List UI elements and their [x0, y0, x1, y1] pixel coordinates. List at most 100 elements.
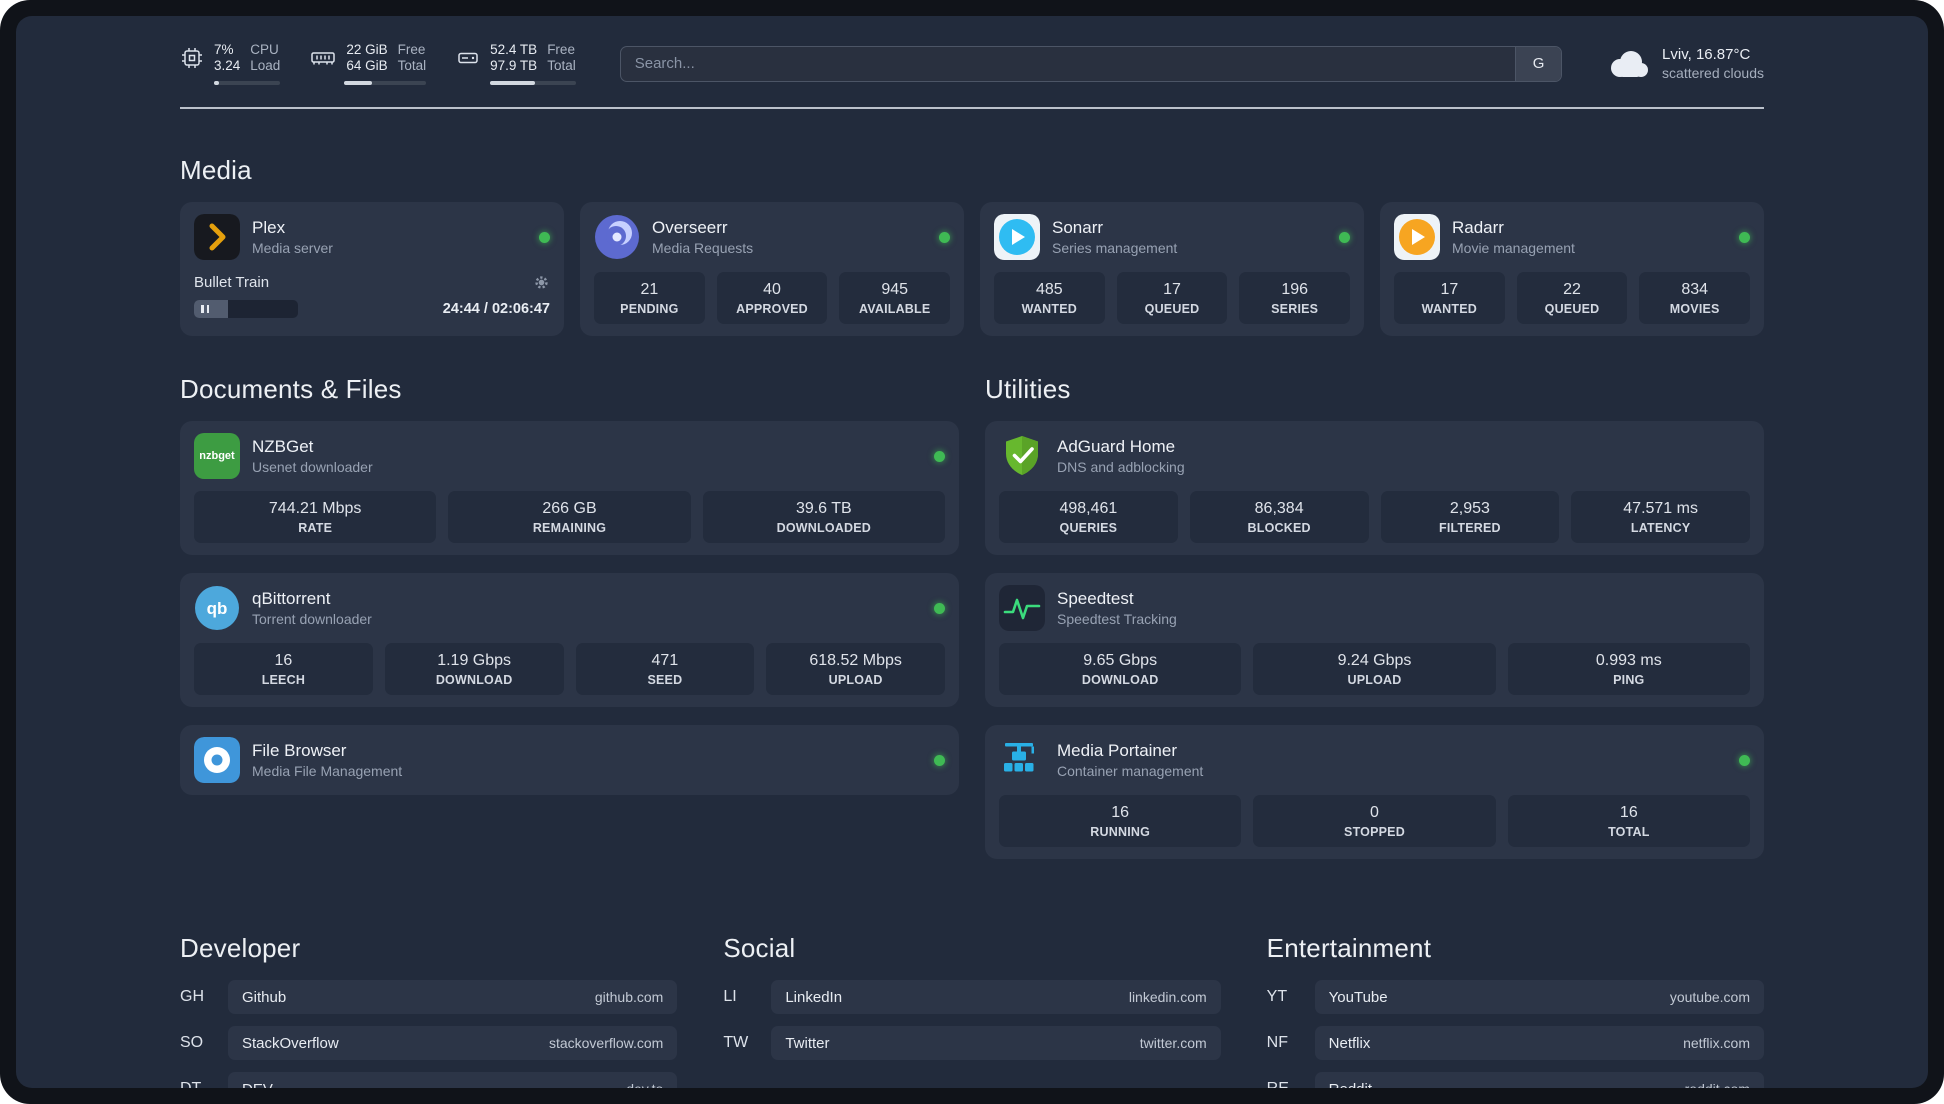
stat-total: 16 TOTAL [1507, 795, 1750, 847]
status-dot [1739, 231, 1750, 243]
bookmark-name: Reddit [1329, 1081, 1372, 1089]
topbar: 7% 3.24 CPU Load 22 GiB 64 GiB Free Tota… [180, 42, 1764, 85]
stat-wanted: 17 WANTED [1394, 272, 1505, 324]
overseerr-icon [594, 214, 640, 260]
search-engine-button[interactable]: G [1515, 46, 1562, 81]
app-card-sonarr[interactable]: Sonarr Series management 485 WANTED 17 QUE… [980, 202, 1364, 336]
stat-filtered: 2,953 FILTERED [1380, 491, 1560, 543]
playback-progress-bar[interactable] [194, 300, 298, 318]
section-title-media: Media [180, 155, 252, 185]
bookmark-youtube[interactable]: YT YouTube youtube.com [1267, 980, 1764, 1014]
app-card-qbittorrent[interactable]: qb qBittorrent Torrent downloader 16 LEEC… [180, 573, 959, 707]
disk-labels: Free Total [547, 42, 576, 73]
bookmark-name: LinkedIn [785, 988, 843, 1006]
qbittorrent-icon: qb [194, 585, 240, 631]
adguard-icon [999, 433, 1045, 479]
sonarr-icon [994, 214, 1040, 260]
app-desc: Container management [1057, 763, 1204, 779]
two-column-area: Documents & Files nzbget NZBGet Usenet d… [180, 336, 1764, 877]
stat-queries: 498,461 QUERIES [999, 491, 1178, 543]
app-desc: Media Requests [652, 240, 754, 256]
cpu-widget: 7% 3.24 CPU Load [180, 42, 281, 85]
stat-download: 9.65 Gbps DOWNLOAD [999, 643, 1242, 695]
plex-icon [194, 214, 240, 260]
disk-widget: 52.4 TB 97.9 TB Free Total [456, 42, 576, 85]
stat-downloaded: 39.6 TB DOWNLOADED [702, 491, 945, 543]
memory-icon [310, 46, 336, 70]
cpu-usage-bar [214, 81, 281, 85]
documents-column: Documents & Files nzbget NZBGet Usenet d… [180, 336, 959, 813]
bookmark-github[interactable]: GH Github github.com [180, 980, 678, 1014]
app-desc: DNS and adblocking [1057, 459, 1185, 475]
bookmark-name: YouTube [1328, 988, 1388, 1006]
disk-usage-bar [490, 81, 576, 85]
app-card-filebrowser[interactable]: File Browser Media File Management [180, 725, 959, 795]
bookmark-url: github.com [594, 989, 664, 1005]
bookmark-linkedin[interactable]: LI LinkedIn linkedin.com [723, 980, 1221, 1014]
app-desc: Speedtest Tracking [1057, 611, 1177, 627]
bookmark-twitter[interactable]: TW Twitter twitter.com [723, 1026, 1221, 1060]
status-dot [1339, 231, 1350, 243]
app-name: Media Portainer [1057, 741, 1178, 760]
bookmark-dev[interactable]: DT DEV dev.to [180, 1072, 678, 1089]
stat-approved: 40 APPROVED [716, 272, 828, 324]
stat-queued: 17 QUEUED [1116, 272, 1228, 324]
bookmark-url: youtube.com [1669, 989, 1750, 1005]
status-dot [934, 602, 945, 614]
bookmark-url: linkedin.com [1128, 989, 1207, 1005]
dashboard-page: 7% 3.24 CPU Load 22 GiB 64 GiB Free Tota… [16, 16, 1928, 1088]
stat-rate: 744.21 Mbps RATE [194, 491, 437, 543]
section-title-entertainment: Entertainment [1266, 933, 1432, 963]
app-desc: Usenet downloader [252, 459, 373, 475]
bookmarks-area: Developer GH Github github.com SO StackO… [180, 895, 1764, 1088]
app-name: NZBGet [252, 437, 314, 456]
app-card-portainer[interactable]: Media Portainer Container management 16 R… [985, 725, 1764, 859]
weather-widget[interactable]: Lviv, 16.87°C scattered clouds [1606, 45, 1764, 82]
bookmark-abbr: GH [180, 988, 204, 1005]
search-input[interactable] [620, 46, 1516, 81]
bookmark-netflix[interactable]: NF Netflix netflix.com [1267, 1026, 1764, 1060]
app-card-nzbget[interactable]: nzbget NZBGet Usenet downloader 744.21 M… [180, 421, 959, 555]
memory-widget: 22 GiB 64 GiB Free Total [310, 42, 427, 85]
app-name: qBittorrent [252, 589, 331, 608]
bookmark-stackoverflow[interactable]: SO StackOverflow stackoverflow.com [180, 1026, 678, 1060]
stat-series: 196 SERIES [1239, 272, 1351, 324]
stat-queued: 22 QUEUED [1516, 272, 1628, 324]
cpu-values: 7% 3.24 [214, 42, 241, 73]
bookmark-url: twitter.com [1139, 1035, 1207, 1051]
stat-remaining: 266 GB REMAINING [448, 491, 691, 543]
app-card-radarr[interactable]: Radarr Movie management 17 WANTED 22 QUEUE… [1380, 202, 1764, 336]
app-name: Speedtest [1057, 589, 1134, 608]
gear-icon[interactable] [533, 274, 550, 291]
pause-icon[interactable] [201, 305, 209, 313]
svg-text:qb: qb [207, 599, 228, 618]
app-card-overseerr[interactable]: Overseerr Media Requests 21 PENDING 40 APP… [580, 202, 964, 336]
stat-download: 1.19 Gbps DOWNLOAD [384, 643, 564, 695]
section-title-developer: Developer [180, 933, 301, 963]
bookmark-name: DEV [242, 1081, 273, 1089]
bookmark-url: dev.to [626, 1081, 663, 1088]
app-card-plex[interactable]: Plex Media server Bullet Train 24:44 / 0… [180, 202, 564, 336]
app-name: AdGuard Home [1057, 437, 1176, 456]
app-desc: Series management [1052, 240, 1178, 256]
app-desc: Media File Management [252, 763, 403, 779]
cpu-labels: CPU Load [250, 42, 281, 73]
stat-upload: 618.52 Mbps UPLOAD [766, 643, 945, 695]
section-title-utilities: Utilities [985, 374, 1071, 404]
status-dot [539, 231, 550, 243]
playback-time: 24:44 / 02:06:47 [442, 301, 550, 317]
bookmark-reddit[interactable]: RE Reddit reddit.com [1267, 1072, 1764, 1088]
stat-running: 16 RUNNING [999, 795, 1242, 847]
weather-condition: scattered clouds [1662, 65, 1764, 81]
app-name: Plex [252, 218, 286, 237]
bookmark-url: netflix.com [1683, 1035, 1750, 1051]
app-card-speedtest[interactable]: Speedtest Speedtest Tracking 9.65 Gbps DO… [985, 573, 1764, 707]
app-name: Radarr [1452, 218, 1504, 237]
bookmark-url: stackoverflow.com [548, 1035, 664, 1051]
nzbget-icon: nzbget [194, 433, 240, 479]
bookmark-url: reddit.com [1685, 1081, 1750, 1088]
app-card-adguard[interactable]: AdGuard Home DNS and adblocking 498,461 Q… [985, 421, 1764, 555]
bookmark-abbr: TW [723, 1034, 749, 1051]
weather-location: Lviv, 16.87°C [1662, 46, 1751, 63]
status-dot [934, 754, 945, 766]
